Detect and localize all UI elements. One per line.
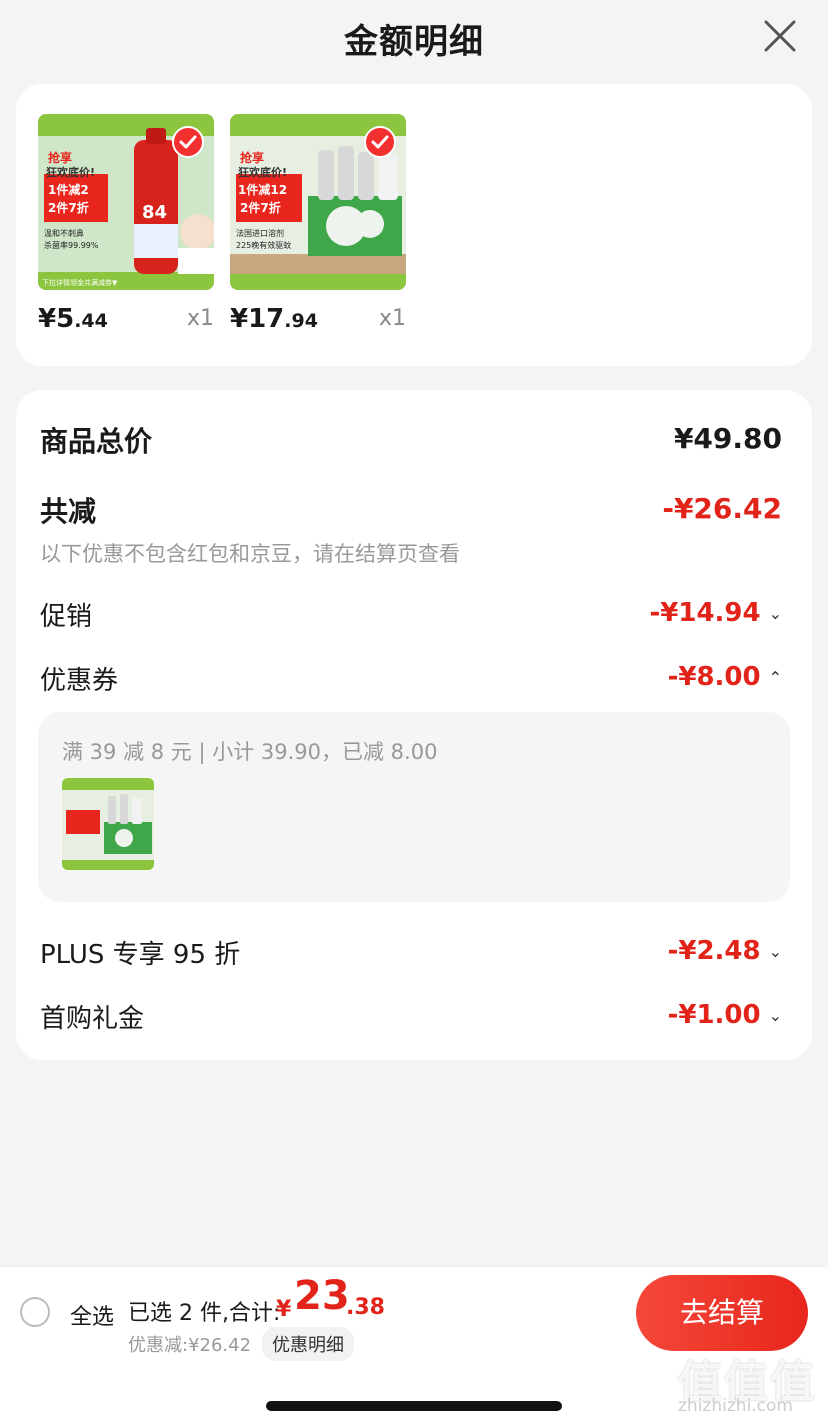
check-icon[interactable] bbox=[364, 126, 396, 158]
total-currency: ¥ bbox=[276, 1297, 292, 1322]
thumb-text: 2件7折 bbox=[48, 200, 89, 215]
discount-summary: 优惠减:¥26.42 bbox=[128, 1335, 252, 1356]
coupon-value: -¥8.00 bbox=[667, 662, 761, 692]
thumb-text: 下拉详情领金共满减券▼ bbox=[42, 278, 118, 287]
thumb-text: 抢享 bbox=[48, 150, 72, 165]
price-dec: .94 bbox=[284, 310, 318, 332]
chevron-down-icon[interactable]: ⌄ bbox=[769, 942, 782, 961]
products-card: 抢享 狂欢底价! 1件减2 2件7折 温和不刺鼻 杀菌率99.99% 84 下拉… bbox=[16, 84, 812, 366]
watermark-url: zhizhizhi.com bbox=[678, 1396, 793, 1416]
discount-detail-button[interactable]: 优惠明细 bbox=[262, 1327, 354, 1361]
thumb-text: 1件减12 bbox=[238, 182, 287, 197]
promo-label[interactable]: 促销 bbox=[40, 596, 92, 633]
selected-count: 已选 2 件,合计: bbox=[128, 1301, 281, 1326]
product-qty: x1 bbox=[378, 306, 406, 331]
first-purchase-value: -¥1.00 bbox=[667, 1000, 761, 1030]
home-indicator bbox=[266, 1401, 562, 1411]
chevron-up-icon[interactable]: ⌃ bbox=[769, 668, 782, 687]
promo-row-value[interactable]: -¥14.94 ⌄ bbox=[649, 598, 782, 628]
reduce-label: 共减 bbox=[40, 495, 97, 528]
thumb-text: 狂欢底价! bbox=[238, 165, 287, 179]
coupon-product-image[interactable] bbox=[62, 778, 154, 870]
promo-value: -¥14.94 bbox=[649, 598, 761, 628]
coupon-detail-text: 满 39 减 8 元 | 小计 39.90，已减 8.00 bbox=[62, 740, 438, 764]
thumb-text: 法国进口溶剂 bbox=[236, 228, 284, 238]
details-card: 商品总价 ¥49.80 共减 -¥26.42 以下优惠不包含红包和京豆，请在结算… bbox=[16, 390, 812, 1060]
reduce-note: 以下优惠不包含红包和京豆，请在结算页查看 bbox=[40, 542, 460, 566]
header: 金额明细 bbox=[0, 0, 828, 72]
total-int: 23 bbox=[294, 1273, 350, 1319]
page-title: 金额明细 bbox=[344, 22, 484, 62]
total-price-label: 商品总价 bbox=[40, 425, 153, 458]
check-icon[interactable] bbox=[172, 126, 204, 158]
coupon-label[interactable]: 优惠券 bbox=[40, 660, 118, 697]
radio-icon[interactable] bbox=[20, 1297, 50, 1327]
thumb-text: 1件减2 bbox=[48, 182, 89, 197]
plus-label[interactable]: PLUS 专享 95 折 bbox=[40, 934, 240, 971]
product-image[interactable]: 抢享 狂欢底价! 1件减2 2件7折 温和不刺鼻 杀菌率99.99% 84 下拉… bbox=[38, 114, 214, 290]
close-icon[interactable] bbox=[760, 16, 800, 56]
total-price-value: ¥49.80 bbox=[673, 422, 782, 455]
thumb-text: 225晚有效驱蚊 bbox=[236, 240, 291, 250]
reduce-value: -¥26.42 bbox=[662, 492, 782, 525]
thumb-text: 杀菌率99.99% bbox=[44, 240, 99, 250]
product-price: ¥5.44 bbox=[38, 304, 108, 334]
plus-value: -¥2.48 bbox=[667, 936, 761, 966]
thumb-text: 84 bbox=[142, 202, 167, 223]
total-dec: .38 bbox=[346, 1295, 385, 1320]
coupon-row-value[interactable]: -¥8.00 ⌃ bbox=[668, 662, 782, 692]
price-dec: .44 bbox=[74, 310, 108, 332]
chevron-down-icon[interactable]: ⌄ bbox=[769, 604, 782, 623]
product-price: ¥17.94 bbox=[230, 304, 318, 334]
checkout-button[interactable]: 去结算 bbox=[636, 1275, 808, 1351]
thumb-text: 抢享 bbox=[240, 150, 264, 165]
first-purchase-row-value[interactable]: -¥1.00 ⌄ bbox=[668, 1000, 782, 1030]
chevron-down-icon[interactable]: ⌄ bbox=[769, 1006, 782, 1025]
select-all-label[interactable]: 全选 bbox=[70, 1299, 114, 1331]
product-image[interactable]: 抢享 狂欢底价! 1件减12 2件7折 法国进口溶剂 225晚有效驱蚊 bbox=[230, 114, 406, 290]
watermark: 值值值 zhizhizhi.com bbox=[678, 1346, 822, 1424]
first-purchase-label[interactable]: 首购礼金 bbox=[40, 998, 144, 1035]
price-int: ¥5 bbox=[38, 304, 75, 334]
thumb-text: 2件7折 bbox=[240, 200, 281, 215]
thumb-text: 温和不刺鼻 bbox=[44, 228, 84, 238]
product-qty: x1 bbox=[186, 306, 214, 331]
price-int: ¥17 bbox=[230, 304, 285, 334]
plus-row-value[interactable]: -¥2.48 ⌄ bbox=[668, 936, 782, 966]
coupon-detail-box: 满 39 减 8 元 | 小计 39.90，已减 8.00 bbox=[38, 712, 790, 902]
thumb-text: 狂欢底价! bbox=[46, 165, 95, 179]
